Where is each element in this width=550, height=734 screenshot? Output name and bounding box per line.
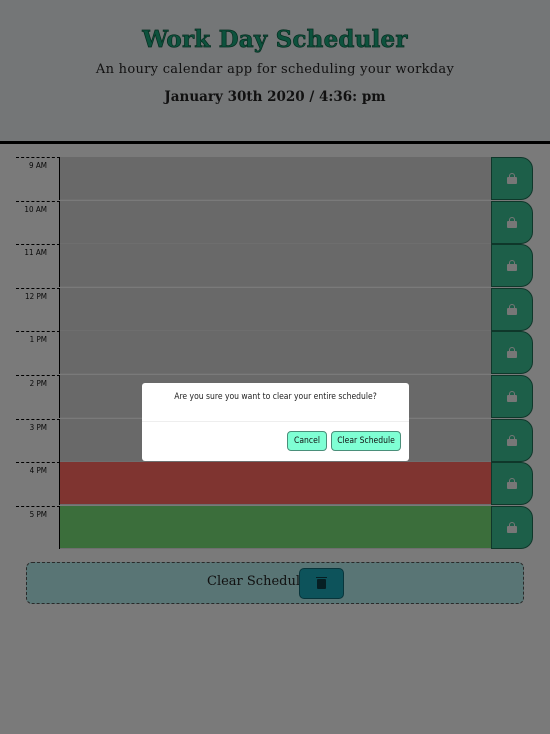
page: Work Day Scheduler An houry calendar app… [0, 0, 550, 734]
confirm-clear-button[interactable]: Clear Schedule [331, 431, 401, 451]
confirm-modal: Are you sure you want to clear your enti… [142, 383, 409, 461]
modal-backdrop[interactable]: Are you sure you want to clear your enti… [0, 0, 550, 734]
modal-divider [142, 421, 409, 422]
cancel-button[interactable]: Cancel [287, 431, 327, 451]
modal-message: Are you sure you want to clear your enti… [174, 392, 377, 402]
